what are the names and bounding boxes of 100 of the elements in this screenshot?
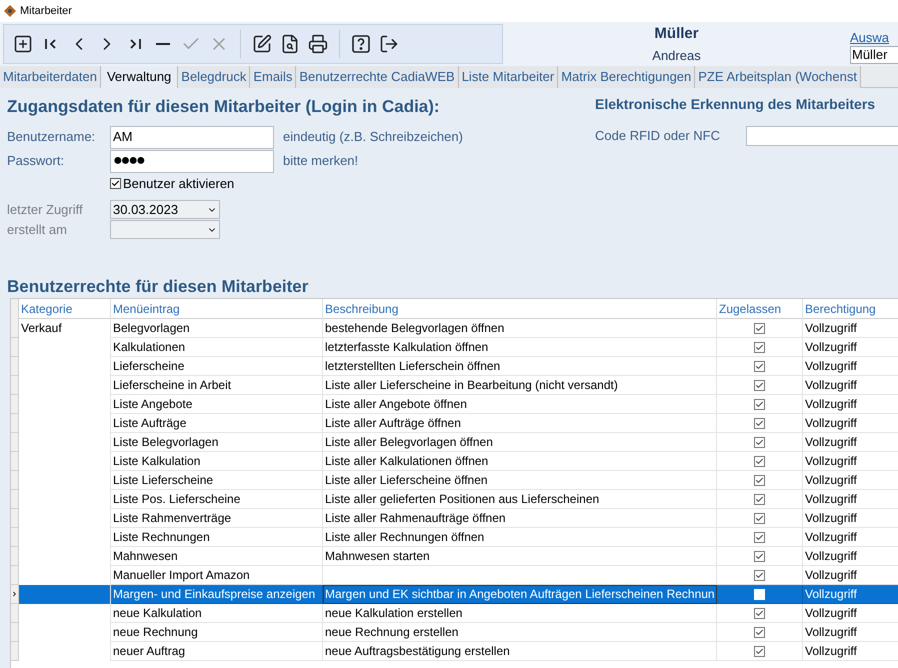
date-dropdown[interactable]: 30.03.2023 xyxy=(110,200,220,219)
checkbox[interactable] xyxy=(754,512,765,524)
checkbox[interactable] xyxy=(754,646,765,656)
table-cell: Vollzugriff xyxy=(803,490,898,509)
table-row[interactable]: neue Rechnung neue Rechnung erstellen Vollzugriff xyxy=(11,623,898,642)
table-cell: Liste aller Lieferscheine in Bearbeitung (nicht versandt) xyxy=(323,376,717,395)
field-hint: eindeutig (z.B. Schreibzeichen) xyxy=(283,128,463,146)
checkbox[interactable] xyxy=(754,626,765,638)
check-icon xyxy=(111,179,120,188)
table-cell: Mahnwesen xyxy=(111,547,323,566)
table-cell: Lieferscheine in Arbeit xyxy=(111,376,323,395)
tab[interactable]: Emails xyxy=(250,66,296,88)
checkbox[interactable] xyxy=(754,322,765,334)
tab[interactable]: PZE Arbeitsplan (Wochenst xyxy=(695,66,861,88)
table-cell: Vollzugriff xyxy=(803,604,898,623)
table-cell: Liste aller Lieferscheine öffnen xyxy=(323,471,717,490)
checkbox[interactable] xyxy=(754,494,765,504)
check-icon xyxy=(755,514,764,522)
check-icon xyxy=(755,342,764,352)
table-cell: Liste aller Rechnungen öffnen xyxy=(323,528,717,547)
checkbox[interactable] xyxy=(754,418,765,428)
table-row[interactable]: Lieferscheine in Arbeit Liste aller Lieferscheine in Bearbeitung (nicht versandt) Vollzugriff xyxy=(11,376,898,395)
check-icon xyxy=(755,552,764,560)
checkbox[interactable] xyxy=(754,436,765,448)
table-row[interactable]: Liste Angebote Liste aller Angebote öffnen Vollzugriff xyxy=(11,395,898,414)
column-header[interactable]: Kategorie xyxy=(19,299,111,319)
table-row[interactable]: Verkauf Belegvorlagen bestehende Belegvorlagen öffnen Vollzugriff xyxy=(11,319,898,338)
check-icon xyxy=(755,456,764,466)
table-cell: Liste Rechnungen xyxy=(111,528,323,547)
field-label: erstellt am xyxy=(7,220,68,239)
table-row[interactable]: Liste Belegvorlagen Liste aller Belegvorlagen öffnen Vollzugriff xyxy=(11,433,898,452)
check-icon xyxy=(755,608,764,618)
table-row[interactable]: neuer Auftrag neue Auftragsbestätigung erstellen Vollzugriff xyxy=(11,642,898,661)
table-cell: Kalkulationen xyxy=(111,338,323,357)
table-row[interactable]: Liste Lieferscheine Liste aller Lieferscheine öffnen Vollzugriff xyxy=(11,471,898,490)
table-row[interactable]: Mahnwesen Mahnwesen starten Vollzugriff xyxy=(11,547,898,566)
table-row[interactable]: Liste Kalkulation Liste aller Kalkulationen öffnen Vollzugriff xyxy=(11,452,898,471)
checkbox[interactable] xyxy=(754,532,765,542)
table-cell: Vollzugriff xyxy=(803,319,898,338)
table-cell: Vollzugriff xyxy=(803,528,898,547)
row-header[interactable] xyxy=(11,585,19,604)
tab[interactable]: Liste Mitarbeiter xyxy=(458,66,558,88)
selection-field[interactable]: Müller xyxy=(850,46,898,64)
field-label: Benutzername: xyxy=(7,128,96,146)
printer-icon xyxy=(308,34,328,54)
table-cell: neuer Auftrag xyxy=(111,642,323,661)
window-title: Mitarbeiter xyxy=(20,4,72,19)
input-field[interactable]: ●●●● xyxy=(110,150,274,172)
table-row[interactable]: Margen- und Einkaufspreise anzeigen Margen und EK sichtbar in Angeboten Aufträgen Lieferscheinen Rechnun Vollzugriff xyxy=(11,585,898,604)
column-header[interactable]: Berechtigung xyxy=(803,299,898,319)
checkbox[interactable] xyxy=(754,570,765,580)
table-row[interactable]: Lieferscheine letzterstellten Lieferschein öffnen Vollzugriff xyxy=(11,357,898,376)
table-cell: Vollzugriff xyxy=(803,376,898,395)
table-row[interactable]: Liste Aufträge Liste aller Aufträge öffnen Vollzugriff xyxy=(11,414,898,433)
checkbox[interactable] xyxy=(754,608,765,618)
column-header[interactable]: Menüeintrag xyxy=(111,299,323,319)
check-icon xyxy=(755,418,764,428)
table-row[interactable]: Liste Rechnungen Liste aller Rechnungen öffnen Vollzugriff xyxy=(11,528,898,547)
table-cell: Liste Kalkulation xyxy=(111,452,323,471)
checkbox[interactable] xyxy=(110,178,121,189)
input-field[interactable]: AM xyxy=(110,126,274,148)
table-row[interactable]: neue Kalkulation neue Kalkulation erstellen Vollzugriff xyxy=(11,604,898,623)
tab[interactable]: Matrix Berechtigungen xyxy=(558,66,696,88)
table-row[interactable]: Kalkulationen letzterfasste Kalkulation öffnen Vollzugriff xyxy=(11,338,898,357)
table-cell: Liste Aufträge xyxy=(111,414,323,433)
check-icon xyxy=(755,476,764,484)
table-cell: Vollzugriff xyxy=(803,414,898,433)
section-heading: Elektronische Erkennung des Mitarbeiters xyxy=(595,95,876,114)
tab[interactable]: Benutzerrechte CadiaWEB xyxy=(296,66,459,88)
table-cell: letzterfasste Kalkulation öffnen xyxy=(323,338,717,357)
checkbox[interactable] xyxy=(754,456,765,466)
checkbox[interactable] xyxy=(754,380,765,390)
selection-label[interactable]: Auswa xyxy=(850,30,898,46)
table-cell: letzterstellten Lieferschein öffnen xyxy=(323,357,717,376)
table-cell: Vollzugriff xyxy=(803,338,898,357)
checkbox[interactable] xyxy=(754,550,765,562)
table-cell: Liste aller Aufträge öffnen xyxy=(323,414,717,433)
checkbox[interactable] xyxy=(754,342,765,352)
field-label: Code RFID oder NFC xyxy=(595,127,721,146)
checkbox[interactable] xyxy=(754,398,765,410)
table-cell: Liste Pos. Lieferscheine xyxy=(111,490,323,509)
tab[interactable]: Belegdruck xyxy=(178,66,250,88)
check-icon xyxy=(755,324,764,332)
checkbox[interactable] xyxy=(754,360,765,372)
table-row[interactable]: Liste Pos. Lieferscheine Liste aller gelieferten Positionen aus Lieferscheinen Vollzugriff xyxy=(11,490,898,509)
table-cell: Vollzugriff xyxy=(803,395,898,414)
table-cell: Liste aller gelieferten Positionen aus Lieferscheinen xyxy=(323,490,717,509)
table-cell: Vollzugriff xyxy=(803,585,898,604)
table-row[interactable]: Liste Rahmenverträge Liste aller Rahmenaufträge öffnen Vollzugriff xyxy=(11,509,898,528)
table-cell: Liste Rahmenverträge xyxy=(111,509,323,528)
check-icon xyxy=(755,400,764,408)
table-cell: Liste aller Angebote öffnen xyxy=(323,395,717,414)
column-header[interactable]: Zugelassen xyxy=(717,299,803,319)
table-cell: Vollzugriff xyxy=(803,547,898,566)
checkbox[interactable] xyxy=(754,474,765,486)
help-icon xyxy=(351,34,371,54)
tab[interactable]: Mitarbeiterdaten xyxy=(0,66,101,88)
column-header[interactable]: Beschreibung xyxy=(323,299,717,319)
tab[interactable]: Verwaltung xyxy=(100,66,178,88)
field-label: letzter Zugriff xyxy=(7,200,84,219)
